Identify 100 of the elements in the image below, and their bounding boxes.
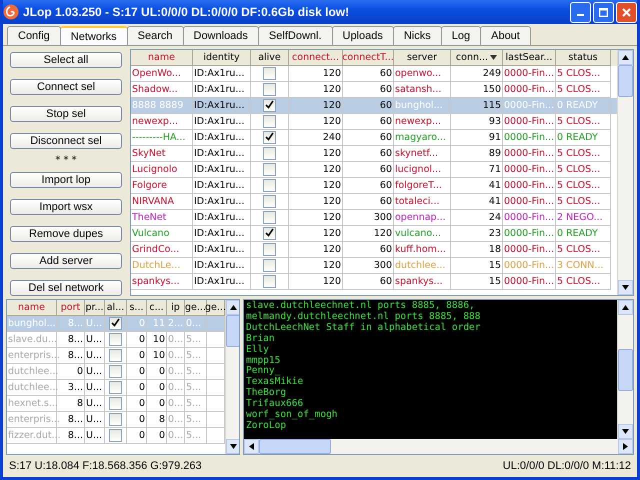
tab[interactable]: SelfDownl.: [258, 26, 332, 45]
table-row[interactable]: OpenWo... ID:Ax1ru... 120 60 openwo... 249 0000-Fin... 5 CLOS...: [131, 66, 617, 82]
maximize-button[interactable]: [593, 2, 614, 22]
scrollbar[interactable]: [617, 300, 633, 439]
scroll-down-icon[interactable]: [230, 444, 237, 449]
alive-checkbox[interactable]: [109, 428, 122, 442]
table-cell: ID:Ax1ru...: [194, 68, 244, 79]
action-button[interactable]: Remove dupes: [10, 226, 122, 242]
table-row[interactable]: enterpris... 8... U... 0 8 0... 5...: [7, 412, 225, 428]
alive-checkbox[interactable]: [263, 66, 276, 80]
alive-checkbox[interactable]: [263, 146, 276, 160]
tab[interactable]: Networks: [60, 26, 128, 45]
scroll-thumb[interactable]: [618, 65, 633, 97]
table-row[interactable]: NIRVANA ID:Ax1ru... 120 60 totaleci... 41 0000-Fin... 5 CLOS...: [131, 194, 617, 210]
alive-checkbox[interactable]: [263, 210, 276, 224]
table-row[interactable]: Lucignolo ID:Ax1ru... 120 60 lucignol... 71 0000-Fin... 5 CLOS...: [131, 162, 617, 178]
alive-checkbox[interactable]: [263, 242, 276, 256]
table-row[interactable]: hexnet.s... 8 U... 0 0 0... 5...: [7, 396, 225, 412]
scroll-up-icon[interactable]: [230, 305, 237, 310]
scroll-thumb[interactable]: [226, 315, 239, 347]
action-button[interactable]: Add server: [10, 253, 122, 269]
tab[interactable]: Search: [126, 26, 184, 45]
table-row[interactable]: slave.du... 8... U... 0 10 0... 5...: [7, 332, 225, 348]
horizontal-scrollbar[interactable]: [244, 439, 633, 454]
tab[interactable]: Config: [7, 26, 61, 45]
tab[interactable]: About: [480, 26, 531, 45]
tab[interactable]: Log: [440, 26, 482, 45]
action-button[interactable]: Disconnect sel: [10, 133, 122, 149]
column-header[interactable]: alive: [251, 50, 289, 66]
scroll-down-icon[interactable]: [622, 285, 629, 290]
column-header[interactable]: connectT...: [343, 50, 394, 66]
column-header[interactable]: name: [131, 50, 193, 66]
column-header[interactable]: lastSear...: [503, 50, 556, 66]
table-row[interactable]: GrindCo... ID:Ax1ru... 120 60 kuff.hom... 18 0000-Fin... 5 CLOS...: [131, 242, 617, 258]
table-row[interactable]: 8888 8889 ID:Ax1ru... 120 60 bunghol... 115 0000-Fin... 0 READY: [131, 98, 617, 114]
scrollbar[interactable]: [225, 300, 239, 454]
alive-checkbox[interactable]: [109, 316, 122, 330]
alive-checkbox[interactable]: [263, 226, 276, 240]
table-cell: 120: [322, 116, 341, 127]
action-button[interactable]: Select all: [10, 52, 122, 68]
table-row[interactable]: ---------HA... ID:Ax1ru... 240 60 magyaro... 91 0000-Fin... 0 READY: [131, 130, 617, 146]
column-header[interactable]: conn...: [451, 50, 503, 66]
alive-checkbox[interactable]: [109, 380, 122, 394]
table-cell: 240: [322, 132, 341, 143]
column-header[interactable]: server: [394, 50, 451, 66]
table-row[interactable]: Vulcano ID:Ax1ru... 120 120 vulcano... 23 0000-Fin... 0 READY: [131, 226, 617, 242]
action-button[interactable]: Stop sel: [10, 106, 122, 122]
scroll-thumb[interactable]: [618, 348, 633, 390]
alive-checkbox[interactable]: [109, 412, 122, 426]
alive-checkbox[interactable]: [263, 194, 276, 208]
table-cell: Shadow...: [132, 84, 178, 95]
alive-checkbox[interactable]: [109, 396, 122, 410]
alive-checkbox[interactable]: [263, 178, 276, 192]
table-row[interactable]: SkyNet ID:Ax1ru... 120 60 skynetf... 89 0000-Fin... 5 CLOS...: [131, 146, 617, 162]
table-row[interactable]: spankys... ID:Ax1ru... 120 60 spankys... 15 0000-Fin... 5 CLOS...: [131, 274, 617, 290]
alive-checkbox[interactable]: [109, 364, 122, 378]
tab[interactable]: Downloads: [182, 26, 259, 45]
alive-checkbox[interactable]: [263, 114, 276, 128]
column-header[interactable]: connect...: [289, 50, 343, 66]
alive-checkbox[interactable]: [263, 274, 276, 288]
table-row[interactable]: dutchlee... 3... U... 0 0 0... 5...: [7, 380, 225, 396]
table-row[interactable]: enterpris... 8... U... 0 10 0... 5...: [7, 348, 225, 364]
tab[interactable]: Uploads: [332, 26, 394, 45]
table-cell: OpenWo...: [132, 68, 181, 79]
table-row[interactable]: TheNet ID:Ax1ru... 120 300 opennap... 24 0000-Fin... 2 NEGO...: [131, 210, 617, 226]
table-row[interactable]: dutchlee... 0 U... 0 0 0... 5...: [7, 364, 225, 380]
scroll-left-icon[interactable]: [249, 443, 254, 450]
table-cell: ID:Ax1ru...: [194, 100, 244, 111]
tab[interactable]: Nicks: [392, 26, 442, 45]
table-cell: magyaro...: [395, 132, 446, 143]
scroll-up-icon[interactable]: [622, 55, 629, 60]
alive-checkbox[interactable]: [263, 130, 276, 144]
action-button[interactable]: Del sel network: [10, 280, 122, 296]
table-row[interactable]: DutchLe... ID:Ax1ru... 120 300 dutchlee... 15 0000-Fin... 3 CONN...: [131, 258, 617, 274]
action-button[interactable]: Import wsx: [10, 199, 122, 215]
action-button[interactable]: Connect sel: [10, 79, 122, 95]
minimize-button[interactable]: [570, 2, 591, 22]
alive-checkbox[interactable]: [263, 98, 276, 112]
table-row[interactable]: fizzer.dut... 8... U... 0 0 0... 5...: [7, 428, 225, 444]
alive-checkbox[interactable]: [109, 348, 122, 362]
close-button[interactable]: [616, 2, 637, 22]
alive-checkbox[interactable]: [263, 162, 276, 176]
column-header[interactable]: identity: [193, 50, 251, 66]
column-header[interactable]: status: [556, 50, 611, 66]
action-button[interactable]: Import lop: [10, 172, 122, 188]
table-row[interactable]: Folgore ID:Ax1ru... 120 60 folgoreT... 41 0000-Fin... 5 CLOS...: [131, 178, 617, 194]
scroll-thumb[interactable]: [259, 439, 331, 454]
table-cell: 2 NEGO...: [557, 212, 603, 223]
alive-checkbox[interactable]: [263, 82, 276, 96]
scroll-right-icon[interactable]: [623, 443, 628, 450]
alive-checkbox[interactable]: [263, 258, 276, 272]
table-row[interactable]: newexp... ID:Ax1ru... 120 60 newexp... 93 0000-Fin... 5 CLOS...: [131, 114, 617, 130]
table-cell: ---------HA...: [132, 132, 186, 143]
scroll-down-icon[interactable]: [622, 429, 629, 434]
scroll-up-icon[interactable]: [622, 305, 629, 310]
table-cell: bunghol...: [395, 100, 443, 111]
table-cell: 0000-Fin...: [504, 132, 554, 143]
table-cell: ID:Ax1ru...: [194, 132, 244, 143]
alive-checkbox[interactable]: [109, 332, 122, 346]
scrollbar[interactable]: [617, 50, 633, 295]
